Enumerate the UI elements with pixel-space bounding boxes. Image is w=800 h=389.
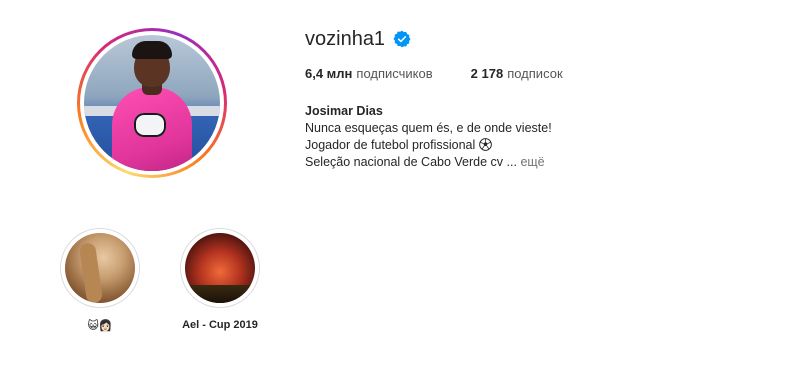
username-row: vozinha1 (305, 24, 411, 54)
following-stat[interactable]: 2 178 подписок (471, 66, 563, 81)
following-count: 2 178 (470, 66, 504, 81)
avatar-photo (84, 35, 220, 171)
bio-line-2: Jogador de futebol profissional (305, 138, 476, 152)
bio-line-1: Nunca esqueças quem és, e de onde vieste… (305, 121, 552, 135)
full-name: Josimar Dias (305, 104, 383, 118)
avatar-photo-glove (134, 113, 166, 137)
bio-line-3: Seleção nacional de Cabo Verde cv ... (305, 155, 517, 169)
verified-badge-icon (393, 30, 411, 48)
followers-label: подписчиков (356, 66, 433, 81)
bio-line-3-row: Seleção nacional de Cabo Verde cv ... ещ… (305, 154, 552, 171)
highlight-item[interactable]: 😺👩🏻 (45, 228, 155, 333)
highlight-label: Ael - Cup 2019 (182, 319, 258, 331)
highlight-cover-ring (180, 228, 260, 308)
highlight-cover-image (65, 233, 135, 303)
followers-count: 6,4 млн (305, 66, 353, 81)
profile-stats: 6,4 млн подписчиков 2 178 подписок (305, 66, 563, 81)
profile-avatar[interactable] (77, 28, 227, 178)
avatar-inner-border (80, 31, 224, 175)
highlight-cover-ring (60, 228, 140, 308)
avatar-photo-hair (132, 41, 172, 59)
highlight-label: 😺👩🏻 (87, 320, 113, 332)
soccer-ball-icon (478, 138, 492, 151)
following-label: подписок (507, 66, 563, 81)
profile-bio: Josimar Dias Nunca esqueças quem és, e d… (305, 103, 552, 171)
followers-stat[interactable]: 6,4 млн подписчиков (305, 66, 433, 81)
bio-line-2-row: Jogador de futebol profissional (305, 137, 552, 154)
username[interactable]: vozinha1 (305, 28, 385, 51)
highlight-item[interactable]: Ael - Cup 2019 (165, 228, 275, 333)
highlight-cover-image (185, 233, 255, 303)
more-link[interactable]: ещё (520, 155, 544, 169)
